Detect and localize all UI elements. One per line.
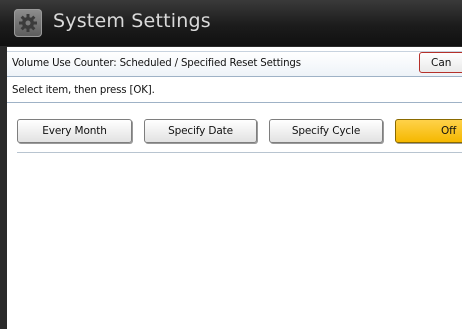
content-divider — [17, 152, 462, 153]
gear-icon — [19, 14, 37, 32]
option-specify-date-button[interactable]: Specify Date — [144, 119, 257, 143]
option-off-button[interactable]: Off — [395, 119, 462, 143]
option-specify-cycle-button[interactable]: Specify Cycle — [269, 119, 383, 143]
option-every-month-button[interactable]: Every Month — [17, 119, 132, 143]
setting-title: Volume Use Counter: Scheduled / Specifie… — [12, 58, 301, 69]
settings-panel: Volume Use Counter: Scheduled / Specifie… — [7, 47, 462, 329]
settings-gear-icon — [14, 9, 42, 37]
system-settings-screen: System Settings Volume Use Counter: Sche… — [0, 0, 462, 329]
window-title: System Settings — [53, 10, 211, 32]
title-bar: System Settings — [0, 0, 462, 47]
setting-header: Volume Use Counter: Scheduled / Specifie… — [7, 51, 462, 77]
divider — [7, 102, 462, 103]
instruction-text: Select item, then press [OK]. — [12, 85, 155, 96]
cancel-button[interactable]: Can — [419, 52, 462, 73]
